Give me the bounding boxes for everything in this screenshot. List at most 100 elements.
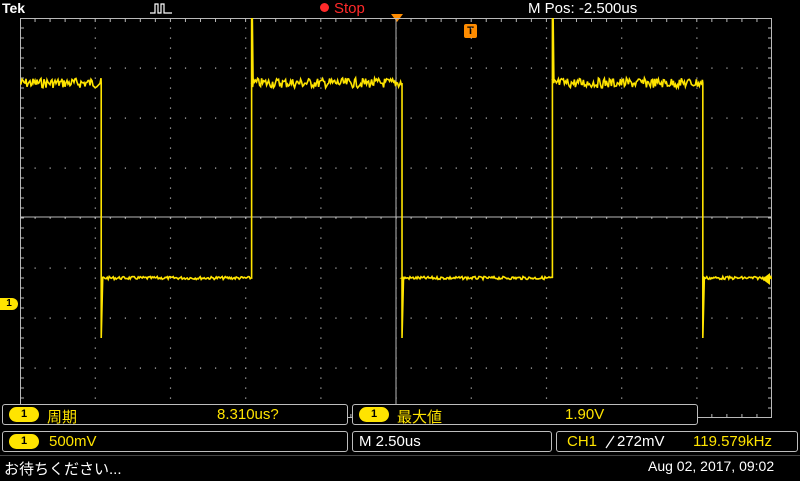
grid-dot [320,277,322,279]
grid-dot [94,377,96,379]
grid-dot [245,187,247,189]
grid-dot [621,167,623,169]
grid-dot [245,67,247,69]
grid-dot [621,317,623,319]
grid-dot [320,307,322,309]
grid-dot [350,267,352,269]
grid-dot [169,177,172,179]
grid-dot [290,167,292,169]
grid-dot [94,177,96,179]
grid-dot [184,67,187,69]
grid-dot [290,67,292,69]
grid-dot [169,307,172,309]
ch1-ground-marker[interactable]: 1 [0,298,18,310]
grid-dot [245,257,247,259]
grid-dot [169,347,172,349]
horizontal-scale-readout[interactable]: M 2.50us [352,431,552,452]
grid-dot [169,157,172,159]
grid-dot [169,167,172,169]
grid-dot [470,387,472,389]
grid-dot [79,367,81,369]
measurement-period[interactable]: 1 周期 8.310us? [2,404,348,426]
grid-dot [320,267,322,269]
grid-dot [169,327,172,329]
grid-dot [455,267,457,269]
grid-dot [320,127,322,129]
trigger-frequency: 119.579kHz [693,433,772,450]
grid-dot [621,257,623,259]
grid-dot [545,87,548,89]
grid-dot [169,127,172,129]
grid-dot [621,387,623,389]
grid-dot [575,267,578,269]
grid-dot [245,157,247,159]
grid-dot [305,267,307,269]
grid-dot [290,317,292,319]
grid-dot [681,117,683,119]
grid-dot [335,317,337,319]
grid-dot [94,337,96,339]
measurement-maximum[interactable]: 1 最大値 1.90V [352,404,698,426]
grid-dot [290,367,292,369]
grid-dot [320,197,322,199]
grid-dot [320,207,322,209]
time-per-div: M 2.50us [359,433,421,450]
grid-dot [34,367,36,369]
grid-dot [139,267,142,269]
grid-dot [94,117,96,119]
grid-dot [215,267,217,269]
grid-dot [575,317,578,319]
grid-dot [320,87,322,89]
grid-dot [756,217,758,219]
grid-dot [109,217,111,219]
grid-dot [575,217,578,219]
grid-dot [545,197,548,199]
grid-dot [350,67,352,69]
grid-dot [470,157,472,159]
run-state[interactable]: Stop [334,0,365,17]
grid-dot [94,187,96,189]
trigger-readout[interactable]: CH1 272mV 119.579kHz [556,431,798,452]
grid-dot [320,337,322,339]
grid-dot [696,167,698,169]
grid-dot [169,27,172,29]
grid-dot [199,67,202,69]
vertical-scale-readout[interactable]: 1 500mV [2,431,348,452]
grid-dot [696,267,698,269]
grid-dot [290,117,292,119]
grid-dot [470,337,472,339]
grid-dot [245,117,247,119]
grid-dot [681,67,683,69]
grid-dot [545,387,548,389]
grid-dot [696,327,698,329]
grid-dot [94,67,96,69]
grid-dot [696,357,698,359]
grid-dot [320,257,322,259]
grid-dot [79,217,81,219]
status-message: お待ちください... [4,461,122,478]
grid-dot [470,137,472,139]
grid-dot [440,67,442,69]
grid-dot [320,157,322,159]
grid-dot [94,27,96,29]
grid-dot [109,67,111,69]
oscilloscope-graticule[interactable] [20,18,772,418]
grid-dot [425,217,427,219]
grid-dot [245,177,247,179]
grid-dot [591,67,593,69]
grid-dot [425,317,427,319]
grid-dot [380,367,382,369]
grid-dot [34,167,36,169]
grid-dot [139,367,142,369]
grid-dot [290,217,292,219]
grid-dot [545,257,548,259]
grid-dot [169,197,172,199]
grid-dot [696,27,698,29]
measurement-name: 最大値 [397,409,443,426]
grid-dot [545,297,548,299]
grid-dot [696,387,698,389]
grid-dot [500,67,502,69]
grid-dot [410,117,412,119]
grid-dot [741,217,743,219]
grid-dot [470,77,472,79]
